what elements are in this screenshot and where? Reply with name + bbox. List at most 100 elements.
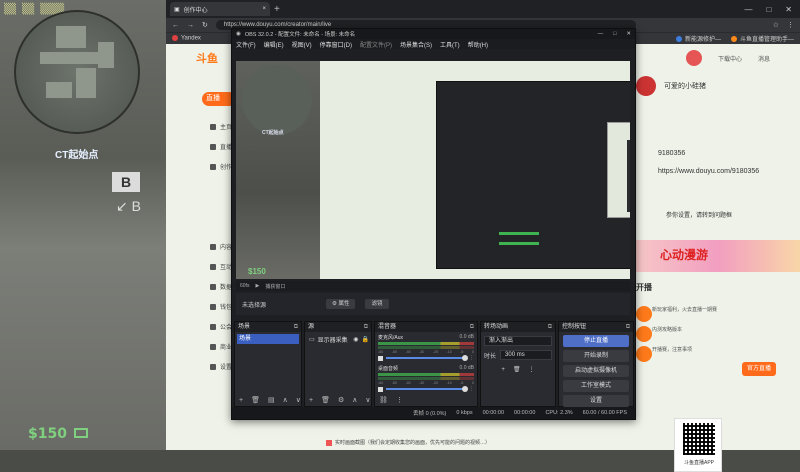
minimize-icon[interactable]: —	[744, 5, 752, 14]
menu-tools[interactable]: 工具(T)	[440, 40, 460, 49]
start-virtual-camera-button[interactable]: 启动虚拟摄像机	[563, 365, 629, 377]
menu-help[interactable]: 帮助(H)	[468, 40, 488, 49]
obs-maximize-icon[interactable]: □	[613, 31, 616, 37]
down-icon[interactable]: ∨	[365, 396, 370, 404]
menu-icon[interactable]: ⋮	[787, 21, 794, 29]
tab-close-icon[interactable]: ×	[262, 6, 266, 12]
dock-gear-icon[interactable]: ⧉	[626, 322, 633, 332]
scene-item[interactable]: 场景	[237, 334, 299, 344]
preview-radar	[242, 65, 312, 135]
menu-scene-collection[interactable]: 场景集合(S)	[400, 40, 432, 49]
notice-text[interactable]: 开播赛，注意事项	[652, 346, 752, 353]
messages-link[interactable]: 消息	[758, 54, 770, 63]
screenshot-checkbox[interactable]: 实时画面截图（我们会定期收集您的画面，优先可能的问题的视频…）	[326, 439, 490, 446]
start-recording-button[interactable]: 开始录制	[563, 350, 629, 362]
track-menu-icon[interactable]: ⋮	[469, 386, 474, 392]
link-icon[interactable]: ⛓	[379, 396, 388, 404]
volume-slider[interactable]: ⋮	[378, 386, 474, 392]
duration-label: 时长	[484, 353, 497, 360]
add-icon[interactable]: +	[239, 397, 243, 404]
filter-icon[interactable]: ▤	[268, 396, 275, 404]
delete-icon[interactable]: 🗑	[251, 396, 260, 404]
menu-file[interactable]: 文件(F)	[236, 40, 256, 49]
menu-icon[interactable]: ⋮	[529, 366, 535, 373]
side-nav-item[interactable]: 内容	[210, 242, 232, 251]
avatar[interactable]	[685, 50, 702, 66]
side-nav-item[interactable]: 商业	[210, 342, 232, 351]
side-nav-item[interactable]: 直播	[210, 142, 232, 151]
audio-mixer-dock: 混音器 ⧉ 麦克风/Aux 0.0 dB -60 -50 -40 -30 -20 -10 -5 0…	[374, 321, 478, 407]
douyu-logo[interactable]: 斗鱼	[196, 50, 218, 66]
menu-view[interactable]: 视图(V)	[292, 40, 312, 49]
settings-icon[interactable]: ⚙	[338, 396, 344, 404]
down-icon[interactable]: ∨	[296, 396, 301, 404]
side-nav-item[interactable]: 互动	[210, 262, 232, 271]
menu-profile[interactable]: 配置文件(P)	[360, 40, 392, 49]
download-center-link[interactable]: 下载中心	[718, 54, 742, 63]
side-nav-item[interactable]: 钱包	[210, 302, 232, 311]
notice-text[interactable]: 内测攻略版本	[652, 326, 752, 333]
sources-title: 源	[308, 324, 315, 330]
visibility-icon[interactable]: ◉	[353, 336, 358, 343]
obs-preview[interactable]: CT起始点 $150	[236, 61, 630, 279]
profile-note[interactable]: 参你设置，请转到问题框	[666, 210, 732, 219]
stop-streaming-button[interactable]: 停止直播	[563, 335, 629, 347]
filters-button[interactable]: 滤镜	[365, 299, 389, 309]
speaker-icon[interactable]	[378, 386, 383, 392]
menu-edit[interactable]: 编辑(E)	[264, 40, 284, 49]
up-icon[interactable]: ∧	[283, 396, 288, 404]
browser-tab[interactable]: ▣ 创作中心 ×	[170, 2, 270, 16]
side-nav-item[interactable]: 主页	[210, 122, 232, 131]
speaker-icon[interactable]	[378, 355, 383, 361]
bookmark-item[interactable]: 斗鱼直播管理助手—	[730, 34, 794, 43]
add-icon[interactable]: +	[501, 367, 505, 373]
menu-docks[interactable]: 停靠窗口(D)	[320, 40, 352, 49]
reload-icon[interactable]: ↻	[202, 21, 208, 29]
scenes-dock: 场景 ⧉ 场景 + 🗑 ▤ ∧ ∨	[234, 321, 302, 407]
back-icon[interactable]: ←	[172, 22, 179, 29]
preview-nested-obs	[436, 81, 630, 269]
bookmark-item[interactable]: 新能源修护—	[675, 34, 721, 43]
delete-icon[interactable]: 🗑	[321, 396, 330, 404]
transition-select[interactable]: 渐入渐出	[484, 336, 552, 346]
capture-window-label[interactable]: 捕获窗口	[265, 283, 285, 290]
properties-button[interactable]: ⚙ 属性	[326, 299, 356, 309]
mixer-menu-icon[interactable]: ⋮	[396, 396, 403, 404]
new-tab-button[interactable]: +	[274, 4, 280, 15]
add-icon[interactable]: +	[309, 397, 313, 404]
dock-gear-icon[interactable]: ⧉	[294, 322, 301, 332]
delete-icon[interactable]: 🗑	[513, 366, 521, 373]
dock-gear-icon[interactable]: ⧉	[548, 322, 555, 332]
obs-minimize-icon[interactable]: —	[598, 31, 604, 37]
side-nav-item[interactable]: 设置	[210, 362, 232, 371]
dock-gear-icon[interactable]: ⧉	[470, 322, 477, 332]
side-nav-item[interactable]: 创作	[210, 162, 232, 171]
profile-url[interactable]: https://www.douyu.com/9180356	[658, 168, 759, 175]
promo-banner[interactable]: 心动漫游	[636, 240, 800, 272]
bookmark-item[interactable]: Yandex	[172, 35, 201, 42]
obs-close-icon[interactable]: ✕	[626, 31, 631, 37]
close-icon[interactable]: ✕	[785, 5, 792, 14]
cpu-usage: CPU: 2.3%	[545, 410, 573, 416]
settings-button[interactable]: 设置	[563, 395, 629, 407]
dock-gear-icon[interactable]: ⧉	[364, 322, 371, 332]
obs-context-bar: 未选择源 ⚙ 属性 滤镜	[236, 293, 630, 315]
transitions-dock: 转场动画 ⧉ 渐入渐出 时长 300 ms + 🗑 ⋮	[480, 321, 556, 407]
source-item[interactable]: ▭ 显示器采集 ◉ 🔒	[307, 334, 369, 344]
volume-slider[interactable]: ⋮	[378, 355, 474, 361]
preview-ct-label: CT起始点	[262, 130, 284, 136]
up-icon[interactable]: ∧	[352, 396, 357, 404]
lock-icon[interactable]: 🔒	[362, 336, 369, 343]
official-live-button[interactable]: 官方直播	[742, 362, 776, 376]
forward-icon[interactable]: →	[187, 22, 194, 29]
side-nav-item[interactable]: 数据	[210, 282, 232, 291]
star-icon[interactable]: ☆	[773, 21, 779, 29]
notice-text[interactable]: 新玩家福利，火去直播一期赛	[652, 306, 752, 313]
play-icon[interactable]: ▶	[255, 283, 259, 289]
side-nav-item[interactable]: 公会	[210, 322, 232, 331]
studio-mode-button[interactable]: 工作室模式	[563, 380, 629, 392]
profile-avatar[interactable]	[636, 76, 656, 96]
duration-input[interactable]: 300 ms	[500, 350, 552, 360]
track-menu-icon[interactable]: ⋮	[469, 355, 474, 361]
maximize-icon[interactable]: □	[766, 5, 771, 14]
